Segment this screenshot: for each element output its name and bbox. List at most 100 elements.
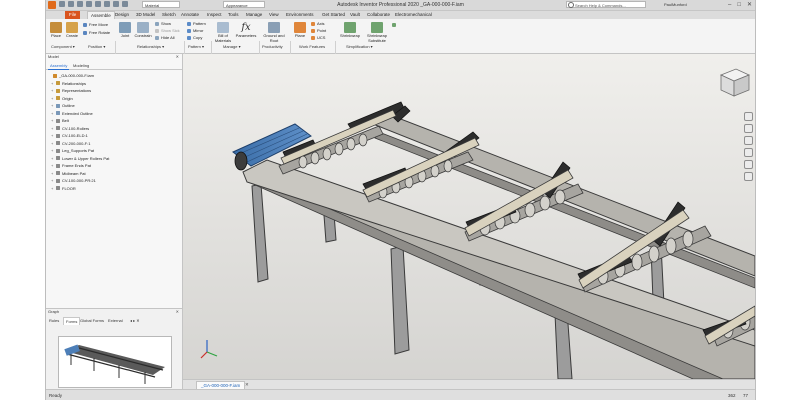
create-button[interactable]: Create (65, 22, 79, 39)
ilogic-tab-scroll-icon[interactable]: ◂ ▸ ✕ (130, 317, 140, 324)
show-button[interactable]: Show (155, 21, 171, 26)
expand-icon[interactable]: + (51, 170, 55, 178)
look-at-icon[interactable] (744, 160, 753, 169)
ilogic-tab-rules[interactable]: Rules (49, 317, 59, 324)
tab-annotate[interactable]: Annotate (181, 11, 199, 19)
tab-manage[interactable]: Manage (246, 11, 262, 19)
tree-node[interactable]: + CV-100-Rollers (48, 125, 180, 133)
tab-electromechanical[interactable]: Electromechanical (395, 11, 432, 19)
axis-button[interactable]: Axis (311, 21, 325, 26)
expand-icon[interactable]: + (51, 95, 55, 103)
tree-node[interactable]: + Frame Ends Pat (48, 162, 180, 170)
expand-icon[interactable]: + (51, 102, 55, 110)
show-sick-button[interactable]: Show Sick (155, 28, 180, 33)
tree-node[interactable]: + Outline (48, 102, 180, 110)
tab-3d-model[interactable]: 3D Model (136, 11, 155, 19)
tree-node[interactable]: + FLOOR (48, 185, 180, 193)
point-button[interactable]: Point (311, 28, 326, 33)
place-button[interactable]: Place (49, 22, 63, 39)
free-rotate-button[interactable]: Free Rotate (83, 30, 110, 35)
free-move-button[interactable]: Free Move (83, 22, 108, 27)
help-search-input[interactable]: Search Help & Commands... (566, 1, 646, 8)
close-icon[interactable]: ✕ (747, 0, 752, 10)
panel-pattern[interactable]: Pattern ▾ (188, 44, 204, 50)
expand-icon[interactable]: + (51, 132, 55, 140)
constrain-button[interactable]: Constrain (134, 22, 152, 39)
panel-manage[interactable]: Manage ▾ (223, 44, 241, 50)
expand-icon[interactable]: + (51, 147, 55, 155)
expand-icon[interactable]: + (51, 162, 55, 170)
shrinkwrap-substitute-button[interactable]: Shrinkwrap Substitute (364, 22, 390, 43)
expand-icon[interactable]: + (51, 140, 55, 148)
zoom-icon[interactable] (744, 136, 753, 145)
browser-tab-assembly[interactable]: Assembly (48, 63, 70, 70)
tab-collaborate[interactable]: Collaborate (367, 11, 390, 19)
tree-node[interactable]: + Lower & Upper Rollers Pat (48, 155, 180, 163)
minimize-icon[interactable]: – (728, 0, 731, 10)
bill-of-materials-button[interactable]: Bill of Materials (213, 22, 233, 43)
expand-icon[interactable]: + (51, 110, 55, 118)
ilogic-tab-global-forms[interactable]: Global Forms (80, 317, 104, 324)
expand-icon[interactable]: + (51, 125, 55, 133)
plane-label: Plane (294, 33, 306, 38)
tree-node[interactable]: + Extended Outline (48, 110, 180, 118)
ground-and-root-button[interactable]: Ground and Root (261, 22, 287, 43)
simplify-button[interactable] (392, 22, 398, 27)
tree-node[interactable]: + Representations (48, 87, 180, 95)
plane-button[interactable]: Plane (293, 22, 307, 39)
tab-get-started[interactable]: Get Started (322, 11, 345, 19)
tab-vault[interactable]: Vault (350, 11, 360, 19)
expand-icon[interactable]: + (51, 185, 55, 193)
tab-sketch[interactable]: Sketch (162, 11, 176, 19)
expand-icon[interactable]: + (51, 117, 55, 125)
user-name[interactable]: PaulMunford (664, 1, 687, 9)
ilogic-tab-forms[interactable]: Forms (63, 317, 81, 325)
hide-all-label: Hide All (161, 35, 175, 40)
tree-node[interactable]: + Leg_Supports Pat (48, 147, 180, 155)
tree-node[interactable]: + Origin (48, 95, 180, 103)
ilogic-tab-external[interactable]: External (108, 317, 123, 324)
expand-icon[interactable]: + (51, 80, 55, 88)
parameters-button[interactable]: fx Parameters (235, 22, 257, 39)
joint-button[interactable]: Joint (118, 22, 132, 39)
panel-simplification[interactable]: Simplification ▾ (346, 44, 373, 50)
maximize-icon[interactable]: □ (737, 0, 741, 10)
tree-node[interactable]: + CV-100-ELD:1 (48, 132, 180, 140)
tree-node[interactable]: _GA-000-000-F.iam (48, 72, 180, 80)
browser-close-icon[interactable]: ✕ (176, 54, 179, 60)
expand-icon[interactable]: + (51, 177, 55, 185)
pan-icon[interactable] (744, 124, 753, 133)
graphics-viewport[interactable] (183, 54, 755, 380)
expand-icon[interactable]: + (51, 87, 55, 95)
browser-tab-modeling[interactable]: Modeling (71, 63, 91, 69)
tab-inspect[interactable]: Inspect (207, 11, 222, 19)
expand-icon[interactable]: + (51, 155, 55, 163)
tab-design[interactable]: Design (115, 11, 129, 19)
ucs-button[interactable]: UCS (311, 35, 325, 40)
ilogic-close-icon[interactable]: ✕ (176, 309, 179, 315)
tab-environments[interactable]: Environments (286, 11, 314, 19)
copy-button[interactable]: Copy (187, 35, 202, 40)
hide-all-button[interactable]: Hide All (155, 35, 175, 40)
panel-position[interactable]: Position ▾ (88, 44, 105, 50)
document-tab-close-icon[interactable]: ✕ (245, 381, 249, 389)
pattern-button[interactable]: Pattern (187, 21, 206, 26)
tab-view[interactable]: View (269, 11, 279, 19)
panel-relationships[interactable]: Relationships ▾ (137, 44, 164, 50)
navbar-options-icon[interactable] (744, 172, 753, 181)
tree-node[interactable]: + Midbeam Pat (48, 170, 180, 178)
steering-wheel-icon[interactable] (744, 112, 753, 121)
tree-node[interactable]: + CV-200-000-F:1 (48, 140, 180, 148)
tree-node-icon (56, 156, 60, 160)
tree-node[interactable]: + CV-100-000-PR:21 (48, 177, 180, 185)
panel-component[interactable]: Component ▾ (51, 44, 75, 50)
tree-node[interactable]: + Belt (48, 117, 180, 125)
mirror-button[interactable]: Mirror (187, 28, 203, 33)
orbit-icon[interactable] (744, 148, 753, 157)
shrinkwrap-substitute-icon (371, 22, 383, 33)
shrinkwrap-button[interactable]: Shrinkwrap (338, 22, 362, 39)
tree-node[interactable]: + Relationships (48, 80, 180, 88)
tree-node-label: Midbeam Pat (62, 170, 86, 176)
tab-tools[interactable]: Tools (228, 11, 239, 19)
tab-file[interactable]: File (65, 11, 81, 19)
